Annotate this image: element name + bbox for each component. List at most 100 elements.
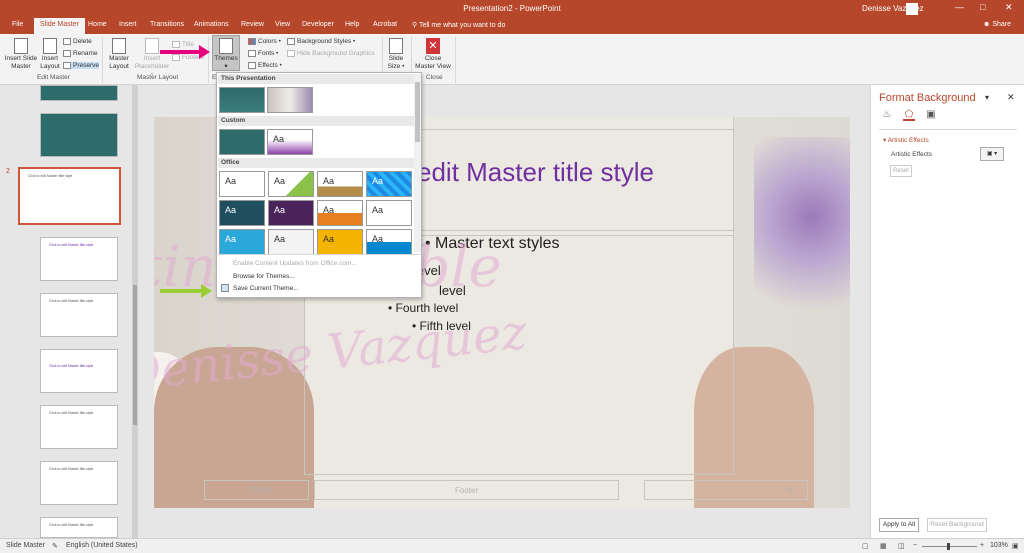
browse-themes-item[interactable]: Browse for Themes... <box>233 273 295 280</box>
effects-button[interactable]: Effects • <box>248 62 282 69</box>
theme-tile-retrospect[interactable]: Aa <box>317 200 363 226</box>
green-arrow-annotation <box>160 284 212 298</box>
zoom-out-icon[interactable]: − <box>913 542 917 549</box>
page-number-placeholder[interactable]: ‹#› <box>644 480 808 500</box>
tab-review[interactable]: Review <box>241 21 264 28</box>
language-icon[interactable]: ✎ <box>52 542 58 550</box>
artistic-effects-section[interactable]: ▾ Artistic Effects <box>883 136 929 144</box>
layout-thumbnail[interactable]: Click to edit Master title style <box>40 461 118 505</box>
hide-background-checkbox[interactable]: Hide Background Graphics <box>287 50 375 57</box>
fonts-button[interactable]: Fonts • <box>248 50 278 57</box>
normal-view-icon[interactable]: ▢ <box>862 542 869 550</box>
footer-placeholder[interactable]: Footer <box>314 480 619 500</box>
reading-view-icon[interactable]: ◫ <box>898 542 905 550</box>
close-master-view-button[interactable]: ✕ Close Master View <box>414 38 452 71</box>
canvas-scrollbar[interactable] <box>862 85 870 538</box>
theme-tile-dividend[interactable]: Aa <box>268 229 314 255</box>
image-effect-icon: ▣ <box>986 151 993 157</box>
thumbnail-scrollbar[interactable] <box>132 85 138 538</box>
layout-thumbnail[interactable]: Click to edit Master title style <box>40 237 118 281</box>
title-checkbox[interactable]: Title <box>172 41 194 48</box>
fit-slide-icon[interactable]: ▣ <box>1012 542 1019 550</box>
zoom-in-icon[interactable]: + <box>980 542 984 549</box>
insert-layout-button[interactable]: Insert Layout <box>38 38 62 71</box>
slide-size-button[interactable]: Slide Size • <box>385 38 407 71</box>
tab-developer[interactable]: Developer <box>302 21 334 28</box>
theme-tile-vapor[interactable]: Aa <box>366 229 412 255</box>
scrollbar-thumb[interactable] <box>133 285 137 425</box>
background-styles-label: Background Styles • <box>297 38 356 46</box>
theme-tile-current[interactable] <box>219 87 265 113</box>
insert-placeholder-button[interactable]: Insert Placeholder • <box>134 38 170 79</box>
theme-tile-custom-purple[interactable]: Aa <box>267 129 313 155</box>
layout-thumbnail[interactable]: Click to edit Master title style <box>40 517 118 538</box>
share-button[interactable]: ☻ Share <box>983 21 1011 28</box>
master-thumbnail[interactable]: Click to edit Master title style <box>18 167 121 225</box>
slide-thumbnail-pane: 2 Click to edit Master title style Click… <box>0 85 142 538</box>
avatar[interactable] <box>906 3 918 15</box>
insert-slide-master-button[interactable]: Insert Slide Master <box>4 38 38 71</box>
scrollbar-thumb[interactable] <box>415 82 420 142</box>
tell-me-box[interactable]: ⚲ Tell me what you want to do <box>412 21 505 29</box>
zoom-level[interactable]: 103% <box>990 542 1008 549</box>
theme-tile-ion[interactable]: Aa <box>366 171 412 197</box>
maximize-button[interactable]: □ <box>980 2 985 12</box>
tab-animations[interactable]: Animations <box>194 21 229 28</box>
language-status[interactable]: English (United States) <box>66 542 138 549</box>
gallery-scrollbar[interactable] <box>414 74 421 252</box>
slide-sorter-icon[interactable]: ▦ <box>880 542 887 550</box>
save-current-theme-item[interactable]: Save Current Theme... <box>233 285 299 292</box>
theme-tile-slice[interactable]: Aa <box>366 200 412 226</box>
rename-button[interactable]: Rename <box>63 50 98 57</box>
tab-insert[interactable]: Insert <box>119 21 137 28</box>
layout-thumbnail[interactable]: Click to edit Master title style <box>40 405 118 449</box>
theme-tile-integral[interactable]: Aa <box>317 171 363 197</box>
tab-home[interactable]: Home <box>88 21 107 28</box>
master-layout-button[interactable]: Master Layout <box>106 38 132 71</box>
layout-thumbnail[interactable]: Click to edit Master title style <box>40 349 118 393</box>
fill-icon[interactable]: ♨ <box>881 109 893 121</box>
effects-pentagon-icon[interactable]: ⬠ <box>903 109 915 121</box>
apply-to-all-button[interactable]: Apply to All <box>879 518 919 532</box>
reset-background-button[interactable]: Reset Background <box>927 518 987 532</box>
chevron-down-icon[interactable]: ▾ <box>985 93 989 102</box>
zoom-slider-thumb[interactable] <box>947 543 950 550</box>
theme-tile-office[interactable]: Aa <box>219 171 265 197</box>
theme-tile-savon[interactable]: Aa <box>317 229 363 255</box>
close-window-button[interactable]: ✕ <box>1005 2 1013 13</box>
background-styles-button[interactable]: Background Styles • <box>287 38 355 45</box>
tab-acrobat[interactable]: Acrobat <box>373 21 397 28</box>
chevron-down-icon: ▾ <box>994 151 998 157</box>
layout-thumbnail[interactable]: Click to edit Master title style <box>40 293 118 337</box>
insert-slide-master-label1: Insert Slide <box>4 55 38 62</box>
enable-content-updates-item[interactable]: Enable Content Updates from Office.com..… <box>233 260 357 267</box>
preserve-button[interactable]: Preserve <box>63 62 100 70</box>
tile-text: Aa <box>323 234 335 244</box>
tab-transitions[interactable]: Transitions <box>150 21 184 28</box>
theme-tile-facet[interactable]: Aa <box>268 171 314 197</box>
colors-button[interactable]: Colors • <box>248 38 281 45</box>
slide-size-icon <box>389 38 403 54</box>
master-title-text[interactable]: edit Master title style <box>417 157 654 188</box>
close-icon[interactable]: ✕ <box>1007 92 1015 103</box>
themes-button[interactable]: Themes ▾ <box>212 35 240 71</box>
picture-icon[interactable]: ▣ <box>925 109 937 121</box>
lightbulb-icon: ⚲ <box>412 22 418 29</box>
layout-thumbnail[interactable] <box>40 85 118 101</box>
reset-button[interactable]: Reset <box>890 165 912 177</box>
theme-tile-ion-boardroom[interactable]: Aa <box>219 200 265 226</box>
tab-help[interactable]: Help <box>345 21 359 28</box>
layout-thumbnail[interactable] <box>40 113 118 157</box>
theme-tile-current-photo[interactable] <box>267 87 313 113</box>
theme-tile-custom-teal[interactable] <box>219 129 265 155</box>
pin-icon <box>63 62 71 69</box>
minimize-button[interactable]: — <box>955 2 964 12</box>
delete-button[interactable]: Delete <box>63 38 92 45</box>
theme-tile-wisp[interactable]: Aa <box>219 229 265 255</box>
artistic-effects-dropdown[interactable]: ▣ ▾ <box>980 147 1004 161</box>
tab-view[interactable]: View <box>275 21 290 28</box>
theme-tile-organic[interactable]: Aa <box>268 200 314 226</box>
tab-slide-master[interactable]: Slide Master <box>34 18 85 34</box>
date-placeholder[interactable]: 7/2019 <box>204 480 309 500</box>
tab-file[interactable]: File <box>12 21 23 28</box>
